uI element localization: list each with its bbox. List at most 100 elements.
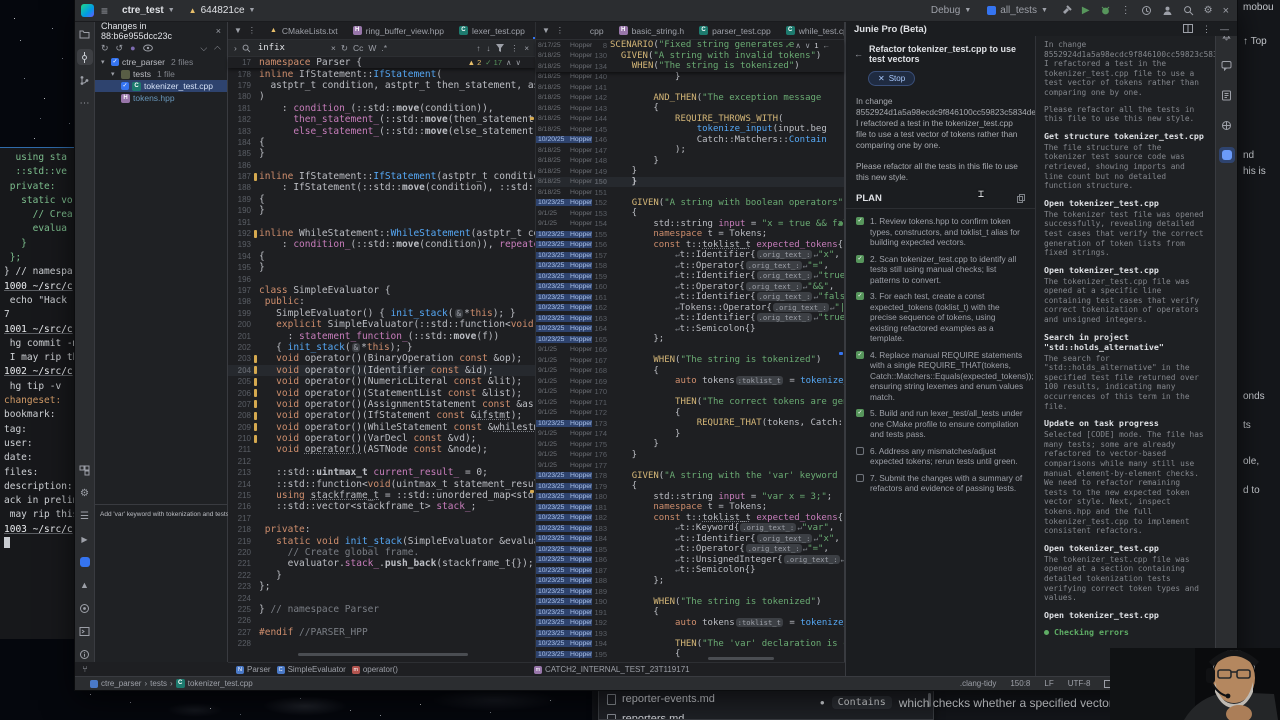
search-options-icon[interactable]: ⋮ bbox=[510, 44, 518, 53]
vcs-annotation[interactable]: 8/18/25 Hopper bbox=[536, 147, 592, 154]
problems-tool-icon[interactable]: ▲ bbox=[77, 577, 93, 593]
code-line[interactable]: 181 : condition_(::std::move(condition))… bbox=[228, 103, 535, 114]
vcs-annotation[interactable]: 10/23/25 Hopper bbox=[536, 587, 592, 595]
vcs-annotation[interactable]: 10/23/25 Hopper bbox=[536, 325, 592, 333]
code-line[interactable]: 10/23/25 Hopper 162 ↵Tokens::Operator{.or… bbox=[536, 302, 844, 314]
editor-tab[interactable]: cpp × bbox=[570, 22, 612, 39]
code-line[interactable]: 8/18/25 Hopper 144 REQUIRE_THROWS_WITH( bbox=[536, 114, 844, 125]
back-arrow-icon[interactable]: ← bbox=[854, 49, 863, 59]
search-input[interactable] bbox=[255, 42, 326, 54]
vcs-annotation[interactable]: 8/18/25 Hopper bbox=[536, 168, 592, 175]
info-tool-icon[interactable] bbox=[77, 646, 93, 662]
vcs-annotation[interactable]: 10/23/25 Hopper bbox=[536, 598, 592, 606]
code-line[interactable]: 10/23/25 Hopper 156 const t::toklist_t ex… bbox=[536, 240, 844, 251]
sticky-code-line[interactable]: 8/18/25 Hopper 130 GIVEN("A string with i… bbox=[536, 51, 844, 62]
vcs-annotation[interactable]: 8/18/25 Hopper bbox=[536, 115, 592, 122]
code-line[interactable]: 8/18/25 Hopper 142 AND_THEN("The exceptio… bbox=[536, 93, 844, 104]
code-line[interactable]: 207 void operator()(AssignmentStatement … bbox=[228, 399, 535, 410]
file-row[interactable]: H tokens.hpp bbox=[95, 92, 227, 104]
code-line[interactable]: 182 then_statement_(::std::move(then_sta… bbox=[228, 114, 535, 125]
code-line[interactable]: 10/23/25 Hopper 185 ↵t::Operator{.orig_te… bbox=[536, 544, 844, 555]
vcs-annotation[interactable]: 9/1/25 Hopper bbox=[536, 210, 592, 217]
plan-item[interactable]: ✓ 5. Build and run lexer_test/all_tests … bbox=[846, 405, 1035, 443]
vcs-annotation[interactable]: 10/23/25 Hopper bbox=[536, 251, 592, 259]
vcs-annotation[interactable]: 9/1/25 Hopper bbox=[536, 451, 592, 458]
plan-item[interactable]: ✓ 3. For each test, create a const expec… bbox=[846, 288, 1035, 347]
debug-mode-selector[interactable]: Debug ▼ bbox=[928, 5, 974, 16]
more-actions-button[interactable]: ⋮ bbox=[1121, 5, 1131, 16]
vcs-annotation[interactable]: 9/1/25 Hopper bbox=[536, 357, 592, 364]
panel-options-icon[interactable]: ⋮ bbox=[1202, 24, 1211, 35]
junie-panel-icon[interactable] bbox=[1218, 147, 1235, 163]
code-line[interactable]: 206 void operator()(StatementList const … bbox=[228, 387, 535, 399]
code-line[interactable]: 9/1/25 Hopper 166 bbox=[536, 345, 844, 356]
code-line[interactable]: 196 bbox=[228, 273, 535, 284]
vcs-annotation[interactable]: 10/23/25 Hopper bbox=[536, 629, 592, 637]
code-line[interactable]: 10/23/25 Hopper 193 bbox=[536, 628, 844, 639]
code-line[interactable]: 191 bbox=[228, 216, 535, 227]
code-line[interactable]: 195} bbox=[228, 262, 535, 273]
code-line[interactable]: 9/1/25 Hopper 174 } bbox=[536, 429, 844, 440]
commit-tool-icon[interactable] bbox=[76, 49, 93, 65]
code-line[interactable]: 210 void operator()(VarDecl const &vd); bbox=[228, 433, 535, 444]
code-line[interactable]: 219 static void init_stack(SimpleEvaluat… bbox=[228, 535, 535, 547]
vcs-tool-icon[interactable] bbox=[77, 72, 93, 88]
code-line[interactable]: 214 ::std::function<void(uintmax_t state… bbox=[228, 478, 535, 490]
code-line[interactable]: 10/23/25 Hopper 159 ↵t::Identifier{.orig_… bbox=[536, 271, 844, 282]
rollback-icon[interactable]: ↺ bbox=[116, 43, 124, 54]
editor-tab[interactable]: C lexer_test.cpp × bbox=[452, 22, 533, 39]
code-line[interactable]: 215 using stackframe_t = ::std::unordere… bbox=[228, 490, 535, 501]
code-line[interactable]: 10/23/25 Hopper 165 }; bbox=[536, 334, 844, 345]
search-everywhere-button[interactable] bbox=[1183, 5, 1194, 16]
code-line[interactable]: 209 void operator()(WhileStatement const… bbox=[228, 422, 535, 433]
vcs-annotation[interactable]: 9/1/25 Hopper bbox=[536, 409, 592, 416]
code-line[interactable]: 10/23/25 Hopper 160 ↵t::Operator{.orig_te… bbox=[536, 281, 844, 293]
log-entry[interactable]: Please refactor all the tests in this fi… bbox=[1044, 105, 1207, 124]
plan-item[interactable]: ✓ 2. Scan tokenizer_test.cpp to identify… bbox=[846, 251, 1035, 289]
vcs-annotation[interactable]: 9/1/25 Hopper bbox=[536, 220, 592, 227]
code-line[interactable]: 223}; bbox=[228, 581, 535, 592]
next-problem-icon[interactable]: ∨ bbox=[805, 41, 811, 50]
words-toggle[interactable]: W bbox=[368, 43, 376, 53]
code-line[interactable]: 200 explicit SimpleEvaluator(::std::func… bbox=[228, 319, 535, 330]
status-caret-position[interactable]: 150:8 bbox=[1003, 679, 1037, 688]
code-line[interactable]: 8/18/25 Hopper 143 { bbox=[536, 103, 844, 114]
code-line[interactable]: 220 // Create global frame. bbox=[228, 547, 535, 558]
file-list-item[interactable]: reporters.md bbox=[599, 709, 933, 719]
hidden-tabs-chevron[interactable]: ▼ bbox=[234, 26, 242, 35]
vcs-annotation[interactable]: 10/23/25 Hopper bbox=[536, 472, 592, 480]
log-entry[interactable]: Update on task progress Selected [CODE] … bbox=[1044, 418, 1207, 536]
expand-search-icon[interactable]: › bbox=[234, 43, 237, 53]
code-line[interactable]: 8/18/25 Hopper 145 tokenize_input(input.b… bbox=[536, 124, 844, 135]
log-entry[interactable]: Open tokenizer_test.cpp The tokenizer_te… bbox=[1044, 543, 1207, 603]
vcs-annotation[interactable]: 8/18/25 Hopper bbox=[536, 189, 592, 196]
code-line[interactable]: 208 void operator()(IfStatement const &i… bbox=[228, 410, 535, 421]
vcs-annotation[interactable]: 10/23/25 Hopper bbox=[536, 262, 592, 270]
vcs-annotation[interactable]: 9/1/25 Hopper bbox=[536, 441, 592, 448]
code-line[interactable]: 10/20/25 Hopper 146 Catch::Matchers::Cont… bbox=[536, 135, 844, 146]
code-line[interactable]: 203 void operator()(BinaryOperation cons… bbox=[228, 353, 535, 364]
clear-search-icon[interactable]: × bbox=[331, 43, 336, 53]
code-line[interactable]: 202 { init_stack(& *this); } bbox=[228, 342, 535, 353]
code-line[interactable]: 9/1/25 Hopper 175 } bbox=[536, 439, 844, 450]
build-tool-icon[interactable]: ⚙ bbox=[77, 485, 93, 501]
code-line[interactable]: 10/23/25 Hopper 179 { bbox=[536, 481, 844, 492]
code-line[interactable]: 10/23/25 Hopper 182 const t::toklist_t ex… bbox=[536, 513, 844, 524]
code-line[interactable]: 10/23/25 Hopper 178 GIVEN("A string with … bbox=[536, 471, 844, 482]
code-line[interactable]: 10/23/25 Hopper 161 ↵t::Identifier{.orig_… bbox=[536, 292, 844, 303]
code-line[interactable]: 10/23/25 Hopper 190 WHEN("The string is t… bbox=[536, 597, 844, 608]
split-view-icon[interactable] bbox=[1183, 23, 1193, 35]
file-row-selected[interactable]: ✓ C tokenizer_test.cpp bbox=[95, 80, 227, 92]
horizontal-scrollbar[interactable] bbox=[298, 653, 468, 656]
vcs-annotation[interactable]: 10/23/25 Hopper bbox=[536, 514, 592, 522]
code-area-right[interactable]: 8/18/25 Hopper 140 } 8/18/25 Hopper 141 8/… bbox=[536, 72, 844, 660]
vcs-annotation[interactable]: 10/23/25 Hopper bbox=[536, 419, 592, 427]
code-line[interactable]: 8/18/25 Hopper 140 } bbox=[536, 72, 844, 83]
code-line[interactable]: 10/23/25 Hopper 183 ↵t::Keyword{.orig_tex… bbox=[536, 523, 844, 534]
code-line[interactable]: 9/1/25 Hopper 153 { bbox=[536, 208, 844, 219]
code-line[interactable]: 9/1/25 Hopper 176 } bbox=[536, 450, 844, 461]
code-line[interactable]: 10/23/25 Hopper 194 THEN("The 'var' decla… bbox=[536, 639, 844, 650]
code-line[interactable]: 228 bbox=[228, 638, 535, 649]
code-line[interactable]: 201 : statement_function_(::std::move(f)… bbox=[228, 330, 535, 342]
code-line[interactable]: 190} bbox=[228, 205, 535, 216]
